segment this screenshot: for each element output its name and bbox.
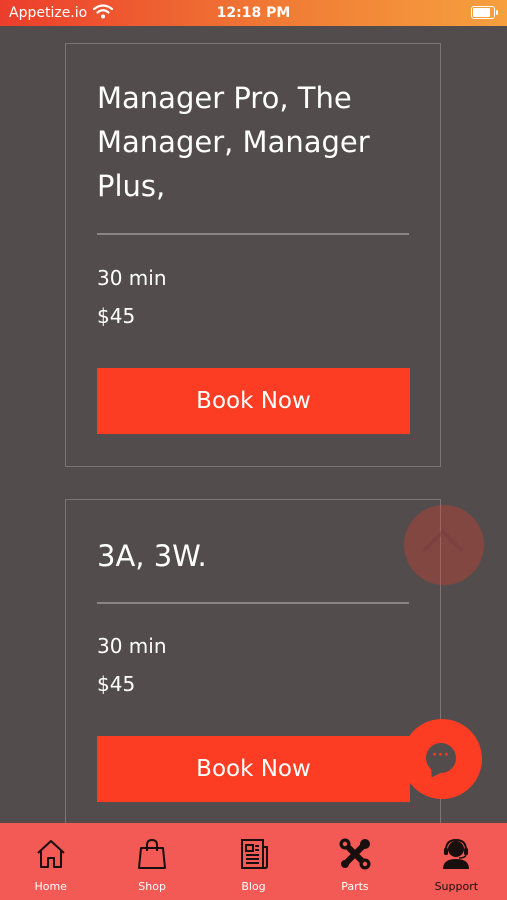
chat-bubble-icon: ··· (426, 743, 456, 773)
nav-item-shop[interactable]: Shop (101, 823, 202, 900)
service-title: 3A, 3W. (97, 539, 207, 573)
service-title: Manager Pro, The Manager, Manager Plus, (97, 81, 370, 203)
bottom-nav: Home Shop Blog Parts Support (0, 823, 507, 900)
nav-item-home[interactable]: Home (0, 823, 101, 900)
shopping-bag-icon (135, 837, 169, 871)
nav-label: Home (34, 880, 67, 893)
scroll-to-top-button[interactable] (404, 505, 484, 585)
service-card: 3A, 3W. 30 min $45 Book Now (65, 499, 441, 839)
divider (97, 233, 409, 235)
chevron-up-icon (421, 528, 465, 572)
nav-label: Parts (341, 880, 369, 893)
service-price: $45 (97, 304, 136, 328)
nav-item-blog[interactable]: Blog (203, 823, 304, 900)
divider (97, 602, 409, 604)
status-time: 12:18 PM (216, 5, 291, 21)
newspaper-icon (237, 837, 271, 871)
book-now-button[interactable]: Book Now (97, 368, 410, 434)
battery-icon (471, 6, 498, 19)
tools-icon (338, 837, 372, 871)
nav-label: Shop (138, 880, 166, 893)
service-duration: 30 min (97, 266, 167, 290)
home-icon (34, 837, 68, 871)
status-bar: Appetize.io 12:18 PM (0, 0, 507, 26)
chat-dots: ··· (432, 748, 450, 763)
nav-label: Blog (241, 880, 266, 893)
service-card: Manager Pro, The Manager, Manager Plus, … (65, 43, 441, 467)
nav-label: Support (434, 880, 479, 893)
book-now-button[interactable]: Book Now (97, 736, 410, 802)
service-duration: 30 min (97, 634, 167, 658)
nav-item-support[interactable]: Support (406, 823, 507, 900)
service-price: $45 (97, 672, 136, 696)
chat-button[interactable]: ··· (402, 719, 482, 799)
support-agent-icon (439, 837, 473, 871)
nav-item-parts[interactable]: Parts (304, 823, 405, 900)
